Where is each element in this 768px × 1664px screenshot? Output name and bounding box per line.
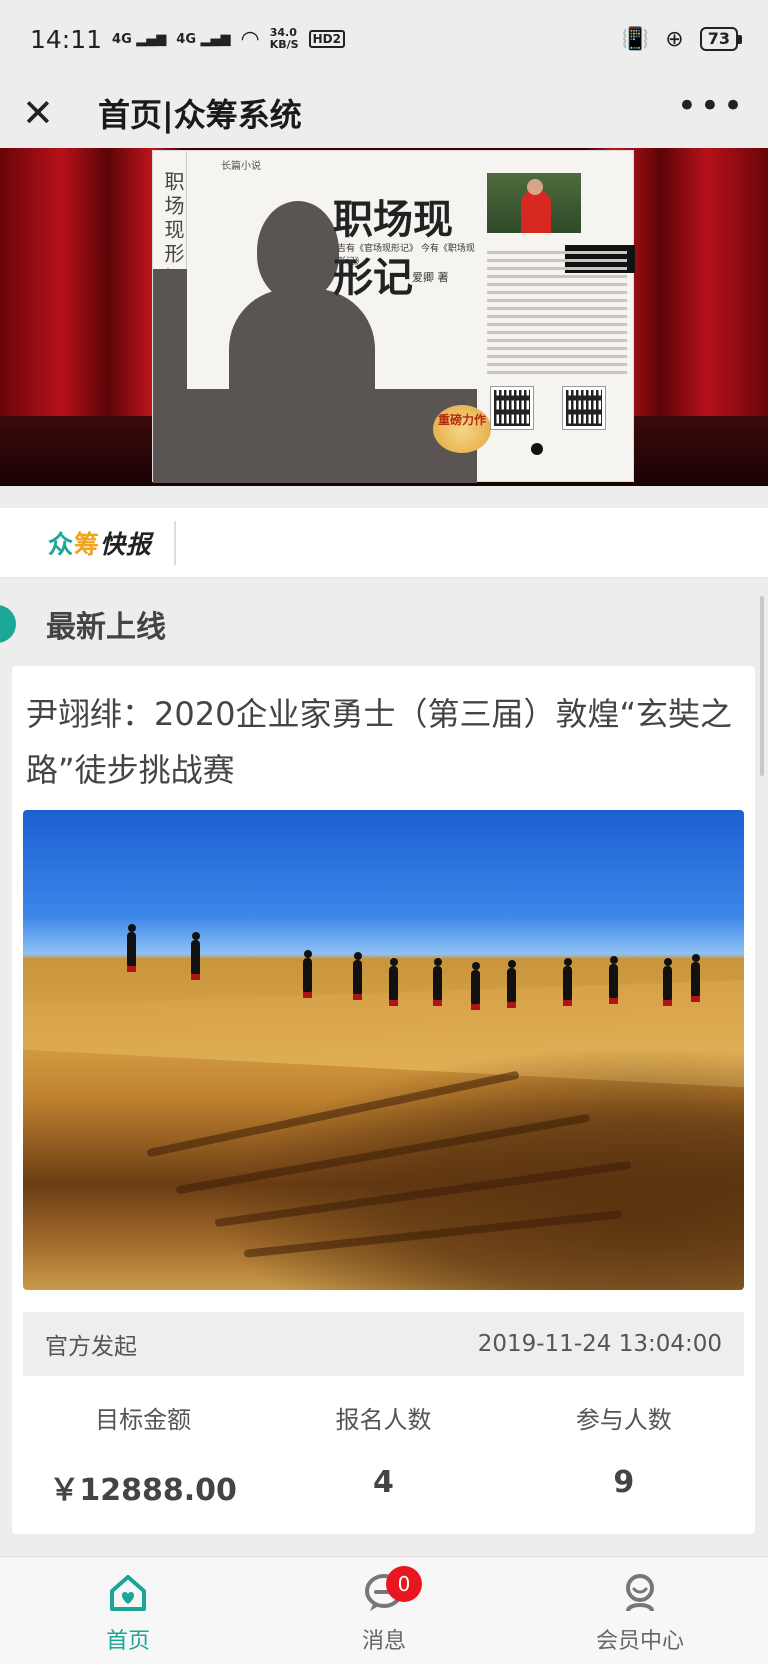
tab-label: 会员中心 xyxy=(595,1629,684,1654)
section-marker xyxy=(0,605,16,643)
hiker xyxy=(127,924,136,972)
status-time: 14:11 xyxy=(30,24,103,54)
project-meta: 官方发起 2019-11-24 13:04:00 xyxy=(23,1312,744,1376)
stat-participants: 参与人数 9 xyxy=(504,1388,744,1508)
hd-icon: HD2 xyxy=(308,30,345,48)
hiker xyxy=(507,960,516,1008)
qr-code-icon xyxy=(490,386,534,430)
book-front-cover: 长篇小说 职场现形记 吉有《官场现形记》 今有《职场现形记》 爱卿 著 重磅力作 xyxy=(153,151,491,483)
project-datetime: 2019-11-24 13:04:00 xyxy=(477,1331,722,1357)
net-speed: 34.0 KB/S xyxy=(270,27,299,51)
hiker xyxy=(471,962,480,1010)
tab-label: 首页 xyxy=(105,1629,150,1654)
nav-bar: ✕ 首页|众筹系统 ••• xyxy=(0,78,768,148)
banner-carousel[interactable]: 职场现形记 长篇小说 职场现形记 吉有《官场现形记》 今有《职场现形记》 爱卿 … xyxy=(0,148,768,486)
hiker xyxy=(303,950,312,998)
section-title: 最新上线 xyxy=(46,610,166,645)
author-photo-head xyxy=(527,179,543,195)
wifi-icon: ◠ xyxy=(240,26,260,52)
ticker-divider xyxy=(174,520,177,565)
project-title[interactable]: 尹翊绯：2020企业家勇士（第三届）敦煌“玄奘之路”徒步挑战赛 xyxy=(26,686,738,798)
bottom-tabbar: 首页 消息 会员中心 xyxy=(0,1556,768,1664)
close-icon[interactable]: ✕ xyxy=(22,94,62,132)
message-badge: 0 xyxy=(386,1566,422,1602)
ticker-logo: 众筹快报 xyxy=(48,529,153,559)
project-initiator: 官方发起 xyxy=(45,1334,137,1360)
home-icon xyxy=(106,1571,150,1615)
back-text-lines xyxy=(487,251,627,379)
status-right: 📳 ⊕ 73 xyxy=(621,26,743,52)
project-card[interactable]: 尹翊绯：2020企业家勇士（第三届）敦煌“玄奘之路”徒步挑战赛 官方发起 201… xyxy=(12,666,755,1534)
hiker xyxy=(353,952,362,1000)
stat-signups: 报名人数 4 xyxy=(263,1388,503,1508)
project-stats: 目标金额 ￥12888.00 报名人数 4 参与人数 9 xyxy=(23,1388,744,1508)
book-subtitle: 吉有《官场现形记》 今有《职场现形记》 xyxy=(337,244,475,267)
hiker xyxy=(663,958,672,1006)
qr-code-icon-2 xyxy=(562,386,606,430)
battery-icon: 73 xyxy=(699,27,743,51)
tab-label: 消息 xyxy=(361,1629,406,1654)
hiker xyxy=(691,954,700,1002)
signal-icon: 4G ▂▄▆ xyxy=(112,31,167,47)
project-image[interactable] xyxy=(23,810,744,1290)
scrollbar[interactable] xyxy=(760,596,764,776)
author-photo-body xyxy=(521,191,551,233)
stat-label: 目标金额 xyxy=(95,1406,192,1434)
stat-value: ￥12888.00 xyxy=(49,1473,237,1508)
tab-home[interactable]: 首页 xyxy=(0,1557,256,1664)
section-header: 最新上线 xyxy=(0,598,768,650)
signal-icon-2: 4G ▂▄▆ xyxy=(176,31,231,47)
net-speed-unit: KB/S xyxy=(269,38,299,51)
stat-value: 4 xyxy=(373,1465,394,1500)
book-label: 长篇小说 xyxy=(221,161,261,172)
stat-label: 参与人数 xyxy=(575,1406,672,1434)
hiker xyxy=(389,958,398,1006)
hiker xyxy=(609,956,618,1004)
tab-member-center[interactable]: 会员中心 xyxy=(512,1557,768,1664)
silhouette-head xyxy=(257,201,339,301)
status-left: 14:11 4G ▂▄▆ 4G ▂▄▆ ◠ 34.0 KB/S HD2 xyxy=(30,25,345,54)
more-icon[interactable]: ••• xyxy=(677,89,746,137)
lock-rotation-icon: ⊕ xyxy=(665,26,684,52)
stat-target-amount: 目标金额 ￥12888.00 xyxy=(23,1388,263,1508)
author-photo xyxy=(487,173,581,233)
tab-messages[interactable]: 消息 xyxy=(256,1557,512,1664)
page-title: 首页|众筹系统 xyxy=(98,96,302,134)
hiker xyxy=(563,958,572,1006)
stat-label: 报名人数 xyxy=(335,1406,432,1434)
vibrate-icon: 📳 xyxy=(621,26,650,52)
book-back-cover xyxy=(477,151,635,481)
status-bar: 14:11 4G ▂▄▆ 4G ▂▄▆ ◠ 34.0 KB/S HD2 📳 ⊕ … xyxy=(0,0,768,78)
silhouette-body xyxy=(229,289,375,389)
user-icon xyxy=(618,1571,662,1615)
book-author: 爱卿 著 xyxy=(412,271,449,284)
hiker xyxy=(191,932,200,980)
news-ticker[interactable]: 众筹快报 xyxy=(0,508,768,578)
book-image: 职场现形记 长篇小说 职场现形记 吉有《官场现形记》 今有《职场现形记》 爱卿 … xyxy=(152,150,635,483)
carousel-dot-indicator[interactable] xyxy=(531,443,543,455)
book-lower-left xyxy=(153,269,187,483)
hiker xyxy=(433,958,442,1006)
stat-value: 9 xyxy=(613,1465,635,1500)
